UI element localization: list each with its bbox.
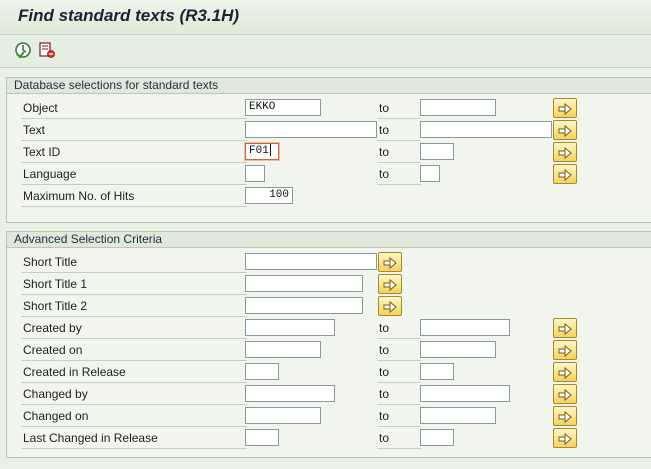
text-id-from-field[interactable]: F01 (245, 143, 279, 160)
changed-by-from-field[interactable] (245, 385, 335, 402)
label-to: to (377, 164, 421, 185)
short-title-multiple-selection-button[interactable] (378, 252, 402, 272)
label-to: to (377, 384, 421, 405)
label-to: to (377, 318, 421, 339)
application-toolbar (0, 35, 651, 68)
arrow-right-icon (558, 146, 572, 160)
object-from-field[interactable]: EKKO (245, 99, 321, 116)
arrow-right-icon (558, 102, 572, 116)
advanced-selection-group: Advanced Selection Criteria Short Title … (6, 231, 651, 458)
label-created-in-release: Created in Release (21, 362, 247, 383)
created-on-from-field[interactable] (245, 341, 321, 358)
title-bar: Find standard texts (R3.1H) (0, 0, 651, 35)
changed-on-from-field[interactable] (245, 407, 321, 424)
label-changed-by: Changed by (21, 384, 247, 405)
text-to-field[interactable] (420, 121, 552, 138)
label-last-changed-in-release: Last Changed in Release (21, 428, 247, 449)
short-title-2-multiple-selection-button[interactable] (378, 296, 402, 316)
last-changed-release-multiple-selection-button[interactable] (553, 428, 577, 448)
created-by-to-field[interactable] (420, 319, 510, 336)
last-changed-release-from-field[interactable] (245, 429, 279, 446)
label-language: Language (21, 164, 247, 185)
short-title-field[interactable] (245, 253, 377, 270)
language-to-field[interactable] (420, 165, 440, 182)
arrow-right-icon (558, 124, 572, 138)
database-selections-group: Database selections for standard texts O… (6, 77, 651, 223)
created-on-to-field[interactable] (420, 341, 496, 358)
window-title: Find standard texts (R3.1H) (18, 6, 240, 25)
arrow-right-icon (558, 432, 572, 446)
label-to: to (377, 120, 421, 141)
created-release-from-field[interactable] (245, 363, 279, 380)
label-to: to (377, 142, 421, 163)
created-on-multiple-selection-button[interactable] (553, 340, 577, 360)
label-changed-on: Changed on (21, 406, 247, 427)
label-created-by: Created by (21, 318, 247, 339)
arrow-right-icon (558, 410, 572, 424)
label-to: to (377, 98, 421, 119)
object-to-field[interactable] (420, 99, 496, 116)
get-variant-icon[interactable] (38, 41, 56, 59)
execute-clock-icon[interactable] (14, 41, 32, 59)
last-changed-release-to-field[interactable] (420, 429, 454, 446)
created-by-multiple-selection-button[interactable] (553, 318, 577, 338)
text-from-field[interactable] (245, 121, 377, 138)
arrow-right-icon (558, 322, 572, 336)
changed-on-to-field[interactable] (420, 407, 496, 424)
label-object: Object (21, 98, 247, 119)
text-id-to-field[interactable] (420, 143, 454, 160)
language-multiple-selection-button[interactable] (553, 164, 577, 184)
arrow-right-icon (383, 256, 397, 270)
arrow-right-icon (558, 388, 572, 402)
group-title-database: Database selections for standard texts (7, 78, 651, 94)
object-multiple-selection-button[interactable] (553, 98, 577, 118)
short-title-1-multiple-selection-button[interactable] (378, 274, 402, 294)
arrow-right-icon (558, 366, 572, 380)
text-id-value: F01 (249, 145, 269, 157)
created-by-from-field[interactable] (245, 319, 335, 336)
changed-on-multiple-selection-button[interactable] (553, 406, 577, 426)
arrow-right-icon (383, 278, 397, 292)
label-text-id: Text ID (21, 142, 247, 163)
label-text: Text (21, 120, 247, 141)
text-multiple-selection-button[interactable] (553, 120, 577, 140)
label-to: to (377, 428, 421, 449)
created-release-multiple-selection-button[interactable] (553, 362, 577, 382)
arrow-right-icon (558, 344, 572, 358)
language-from-field[interactable] (245, 165, 265, 182)
label-to: to (377, 340, 421, 361)
created-release-to-field[interactable] (420, 363, 454, 380)
label-short-title-2: Short Title 2 (21, 296, 247, 317)
text-cursor (269, 144, 271, 157)
label-max-hits: Maximum No. of Hits (21, 186, 247, 207)
label-to: to (377, 406, 421, 427)
arrow-right-icon (383, 300, 397, 314)
label-to: to (377, 362, 421, 383)
short-title-2-field[interactable] (245, 297, 363, 314)
label-short-title-1: Short Title 1 (21, 274, 247, 295)
group-title-advanced: Advanced Selection Criteria (7, 232, 651, 248)
changed-by-to-field[interactable] (420, 385, 510, 402)
changed-by-multiple-selection-button[interactable] (553, 384, 577, 404)
label-created-on: Created on (21, 340, 247, 361)
short-title-1-field[interactable] (245, 275, 363, 292)
text-id-multiple-selection-button[interactable] (553, 142, 577, 162)
max-hits-field[interactable]: 100 (245, 187, 293, 204)
arrow-right-icon (558, 168, 572, 182)
label-short-title: Short Title (21, 252, 247, 273)
